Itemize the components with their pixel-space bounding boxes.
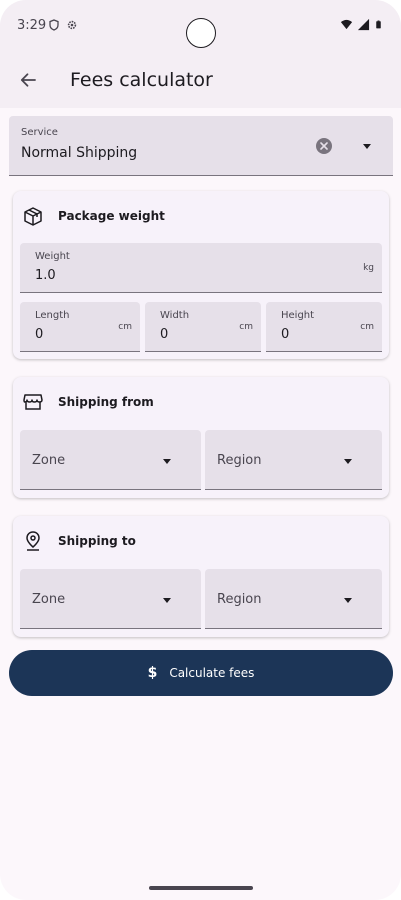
service-value: Normal Shipping (21, 145, 138, 161)
wifi-icon (340, 19, 353, 30)
shipping-from-card: Shipping from Zone Region (13, 377, 389, 498)
from-region-dropdown[interactable]: Region (205, 430, 382, 490)
length-field[interactable]: Length 0 cm (20, 302, 140, 352)
location-pin-icon (26, 531, 40, 551)
length-value: 0 (35, 327, 44, 342)
length-unit: cm (118, 322, 132, 332)
chevron-down-icon (163, 459, 171, 464)
settings-gear-icon (67, 20, 77, 30)
service-label: Service (21, 127, 58, 138)
shipping-from-header: Shipping from (22, 391, 154, 413)
from-zone-dropdown[interactable]: Zone (20, 430, 201, 490)
app-bar: Fees calculator (0, 52, 401, 108)
chevron-down-icon (163, 598, 171, 603)
gesture-nav-handle[interactable] (149, 886, 253, 890)
shipping-to-title: Shipping to (58, 534, 136, 548)
dollar-icon: $ (147, 665, 158, 681)
height-unit: cm (360, 322, 374, 332)
status-time: 3:29 (17, 18, 47, 33)
to-region-placeholder: Region (217, 592, 262, 607)
length-label: Length (35, 310, 70, 321)
arrow-back-icon (20, 73, 36, 87)
weight-value: 1.0 (35, 268, 56, 283)
chevron-down-icon (344, 459, 352, 464)
camera-cutout (186, 18, 216, 48)
weight-unit: kg (363, 263, 374, 273)
store-icon (23, 394, 43, 410)
clear-service-button[interactable] (316, 138, 332, 154)
signal-icon (357, 18, 370, 31)
height-label: Height (281, 310, 315, 321)
shipping-to-header: Shipping to (22, 530, 136, 552)
from-zone-placeholder: Zone (32, 453, 66, 468)
to-region-dropdown[interactable]: Region (205, 569, 382, 629)
battery-icon (376, 20, 381, 29)
shipping-to-card: Shipping to Zone Region (13, 516, 389, 637)
status-bar: 3:29 (0, 0, 401, 52)
page-title: Fees calculator (70, 69, 213, 91)
width-value: 0 (160, 327, 169, 342)
shipping-from-title: Shipping from (58, 395, 154, 409)
calculate-fees-button[interactable]: $ Calculate fees (9, 650, 393, 696)
height-value: 0 (281, 327, 290, 342)
width-field[interactable]: Width 0 cm (145, 302, 261, 352)
chevron-down-icon (344, 598, 352, 603)
height-field[interactable]: Height 0 cm (266, 302, 382, 352)
phone-screen: 3:29 Fees calculator Service Normal Ship… (0, 0, 401, 900)
package-icon (24, 207, 42, 226)
status-system-icons (340, 18, 383, 31)
width-label: Width (160, 310, 190, 321)
package-weight-header: Package weight (22, 205, 165, 227)
chevron-down-icon (363, 144, 371, 149)
calculate-fees-label: Calculate fees (169, 666, 255, 680)
back-button[interactable] (14, 66, 42, 94)
service-dropdown[interactable]: Service Normal Shipping (9, 116, 393, 176)
package-weight-card: Package weight Weight 1.0 kg Length 0 cm… (13, 191, 389, 359)
shield-icon (49, 19, 59, 31)
weight-label: Weight (35, 251, 70, 262)
to-zone-dropdown[interactable]: Zone (20, 569, 201, 629)
width-unit: cm (239, 322, 253, 332)
weight-field[interactable]: Weight 1.0 kg (20, 243, 382, 293)
to-zone-placeholder: Zone (32, 592, 66, 607)
status-notification-icons (48, 19, 78, 31)
from-region-placeholder: Region (217, 453, 262, 468)
clear-icon (320, 142, 328, 150)
package-weight-title: Package weight (58, 209, 165, 223)
